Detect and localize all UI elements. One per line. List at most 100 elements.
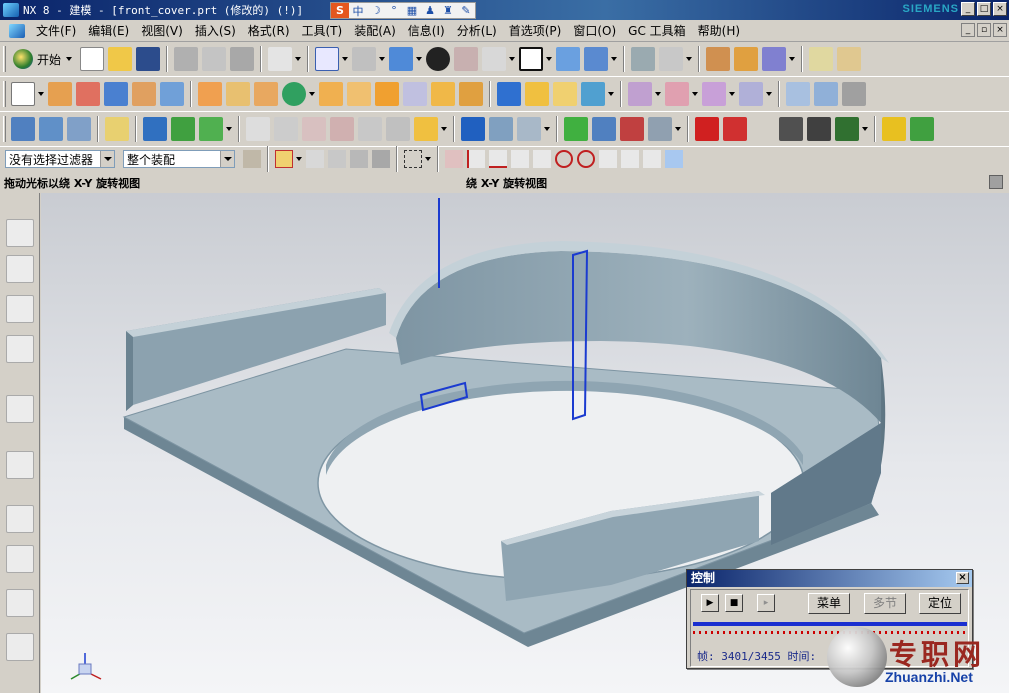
new-file-icon[interactable] [80,47,105,71]
offset-icon[interactable] [319,82,343,106]
snap-icon[interactable] [762,47,787,71]
block-icon[interactable] [104,82,128,106]
resize-dropdown-arrow[interactable] [766,82,773,106]
add-component-icon[interactable] [11,117,35,141]
rect-dropdown-arrow[interactable] [425,147,432,171]
cube-snap-icon[interactable] [665,150,683,168]
exploded-view-icon[interactable] [246,117,270,141]
fit-view-icon[interactable] [315,47,340,71]
point-on-face-snap-icon[interactable] [643,150,661,168]
filter-settings-icon[interactable] [243,150,261,168]
clock-icon[interactable] [6,505,34,533]
process-studio-tab-icon[interactable] [6,545,34,573]
doc-minimize-button[interactable]: _ [961,23,975,37]
keyboard-icon[interactable]: ▦ [403,3,421,18]
hole-icon[interactable] [132,82,156,106]
menu-edit[interactable]: 编辑(E) [82,22,135,40]
shell-icon[interactable] [431,82,455,106]
multi-step-button[interactable]: 多节 [864,593,906,614]
paste-icon[interactable] [230,47,255,71]
unite-icon[interactable] [282,82,306,106]
pause-icon[interactable] [751,117,775,141]
sketch-dropdown-arrow[interactable] [38,82,45,106]
edit-surface-icon[interactable] [842,82,866,106]
table-icon[interactable] [620,117,644,141]
sketch-icon[interactable] [11,82,35,106]
analysis-dropdown-arrow[interactable] [675,117,682,141]
menu-file[interactable]: 文件(F) [30,22,82,40]
pattern-icon[interactable] [254,82,278,106]
rectangle-select-icon[interactable] [404,150,422,168]
orient-dropdown-arrow[interactable] [379,47,386,71]
csys-icon[interactable] [659,47,684,71]
oh-icon[interactable] [386,117,410,141]
menu-tools[interactable]: 工具(T) [296,22,349,40]
midpoint-snap-icon[interactable] [489,150,507,168]
background-icon[interactable] [426,47,451,71]
stop-button[interactable]: ■ [725,594,743,612]
studio-surface-icon[interactable] [814,82,838,106]
menu-analysis[interactable]: 分析(L) [451,22,503,40]
close-button[interactable]: × [993,2,1007,16]
status-menu-icon[interactable] [989,175,1003,189]
sync-dropdown-arrow[interactable] [655,82,662,106]
gc-dropdown-arrow[interactable] [544,117,551,141]
snap-point-icon[interactable] [445,150,463,168]
delete-dropdown-arrow[interactable] [729,82,736,106]
pen-icon[interactable] [105,117,129,141]
wcs-icon[interactable] [556,47,581,71]
spring-icon[interactable] [489,117,513,141]
cut-icon[interactable] [174,47,199,71]
revolve-icon[interactable] [76,82,100,106]
roles-tab-icon[interactable] [6,633,34,661]
save-icon[interactable] [136,47,161,71]
assembly-navigator-tab-icon[interactable] [6,219,34,247]
fast-forward-icon[interactable] [807,117,831,141]
surface-icon[interactable] [525,82,549,106]
toolbar-grip[interactable] [3,81,6,107]
start-button[interactable]: 开始 [9,47,78,71]
chamfer-icon[interactable] [375,82,399,106]
doc-close-button[interactable]: × [993,23,1007,37]
copy-icon[interactable] [202,47,227,71]
view-dropdown-arrow[interactable] [342,47,349,71]
close-icon[interactable]: × [956,572,969,584]
doc-restore-button[interactable]: ▫ [977,23,991,37]
magic-icon[interactable] [734,47,759,71]
cylinder-icon[interactable] [461,117,485,141]
menu-insert[interactable]: 插入(S) [189,22,242,40]
curve-surface-icon[interactable] [786,82,810,106]
constraint-navigator-tab-icon[interactable] [6,255,34,283]
start-dropdown-arrow[interactable] [66,47,73,71]
wrench-icon[interactable]: ✎ [457,3,475,18]
scope-select[interactable]: 整个装配 [123,150,235,168]
replace-face-icon[interactable] [665,82,689,106]
pointer-icon[interactable] [706,47,731,71]
os-icon[interactable] [330,117,354,141]
play-button[interactable]: ▶ [701,594,719,612]
step-back-icon[interactable] [723,117,747,141]
menu-assemblies[interactable]: 装配(A) [348,22,402,40]
trim-body-icon[interactable] [459,82,483,106]
open-folder-icon[interactable] [108,47,133,71]
feature-select-icon[interactable] [306,150,324,168]
shaded-icon[interactable] [389,47,414,71]
rewind-icon[interactable] [695,117,719,141]
select-all-icon[interactable] [275,150,293,168]
select-dropdown-arrow[interactable] [296,147,303,171]
move-dropdown-arrow[interactable] [611,47,618,71]
display-dropdown-arrow[interactable] [546,47,553,71]
move-component-icon[interactable] [171,117,195,141]
toolbar-grip[interactable] [3,46,6,72]
wave-dropdown-arrow[interactable] [441,117,448,141]
control-point-snap-icon[interactable] [511,150,529,168]
moon-icon[interactable]: ☽ [367,3,385,18]
part-navigator-tab-icon[interactable] [6,295,34,323]
point-on-curve-snap-icon[interactable] [621,150,639,168]
sequence-icon[interactable] [274,117,298,141]
quadrant-snap-icon[interactable] [577,150,595,168]
csys-dropdown-arrow[interactable] [686,47,693,71]
layer-icon[interactable] [482,47,507,71]
boss-icon[interactable] [160,82,184,106]
display-frame-icon[interactable] [519,47,544,71]
